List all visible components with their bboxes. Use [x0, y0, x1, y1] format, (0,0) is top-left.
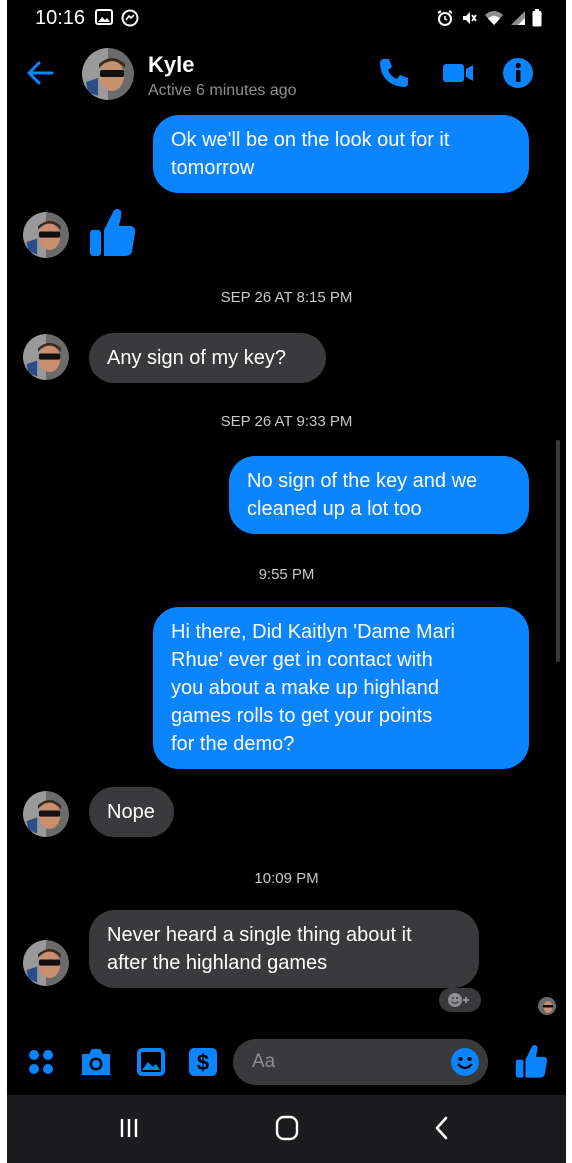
home-icon[interactable] — [272, 1113, 302, 1143]
contact-avatar — [23, 940, 69, 986]
image-icon[interactable] — [135, 1046, 167, 1078]
timestamp: SEP 26 AT 9:33 PM — [220, 413, 353, 430]
contact-name: Kyle — [148, 52, 195, 77]
message-bubble-outgoing[interactable]: No sign of the key and we cleaned up a l… — [229, 456, 529, 534]
signal-icon — [511, 11, 525, 25]
contact-avatar[interactable] — [82, 48, 134, 100]
battery-icon — [532, 9, 542, 27]
contact-avatar — [23, 334, 69, 380]
message-bubble-outgoing[interactable]: Ok we'll be on the look out for it tomor… — [153, 115, 529, 193]
camera-icon[interactable] — [79, 1046, 113, 1078]
message-composer: $ Aa — [7, 1033, 566, 1091]
system-nav-bar — [7, 1095, 566, 1163]
message-input[interactable]: Aa — [233, 1039, 488, 1085]
gallery-icon — [95, 9, 113, 25]
back-icon[interactable] — [427, 1113, 457, 1143]
wifi-icon — [485, 11, 503, 25]
message-bubble-incoming[interactable]: Never heard a single thing about it afte… — [89, 910, 479, 988]
alarm-icon — [437, 10, 453, 26]
back-arrow-icon[interactable] — [25, 58, 55, 88]
contact-avatar — [23, 791, 69, 837]
emoji-icon[interactable] — [450, 1047, 480, 1077]
mute-icon — [463, 12, 477, 24]
message-bubble-outgoing[interactable]: Hi there, Did Kaitlyn 'Dame Mari Rhue' e… — [153, 607, 529, 769]
message-bubble-incoming[interactable]: Nope — [89, 787, 174, 837]
add-reaction-icon — [448, 993, 469, 1007]
recents-icon[interactable] — [114, 1113, 144, 1143]
menu-dots-icon[interactable] — [27, 1048, 55, 1076]
phone-icon[interactable] — [377, 56, 411, 90]
contact-active-status: Active 6 minutes ago — [148, 82, 297, 99]
info-icon[interactable] — [501, 56, 535, 90]
messenger-screen: 10:16 Kyle Active 6 minutes ago Ok we'll… — [7, 0, 566, 1163]
chat-header: Kyle Active 6 minutes ago — [7, 40, 566, 104]
contact-avatar — [23, 212, 69, 258]
like-icon[interactable] — [513, 1043, 549, 1079]
status-bar: 10:16 — [7, 0, 566, 36]
timestamp: 9:55 PM — [258, 566, 315, 583]
add-reaction-button[interactable] — [439, 988, 481, 1012]
svg-text:$: $ — [197, 1050, 209, 1075]
status-time: 10:16 — [35, 7, 86, 29]
payment-icon[interactable]: $ — [187, 1046, 219, 1078]
timestamp: SEP 26 AT 8:15 PM — [220, 289, 353, 306]
timestamp: 10:09 PM — [254, 870, 319, 887]
message-input-placeholder: Aa — [252, 1051, 276, 1072]
thumbs-up-icon[interactable] — [87, 206, 137, 258]
message-bubble-incoming[interactable]: Any sign of my key? — [89, 333, 326, 383]
read-receipt-avatar — [538, 997, 556, 1015]
messenger-icon — [121, 9, 139, 27]
scrollbar[interactable] — [556, 440, 560, 662]
video-icon[interactable] — [441, 56, 475, 90]
